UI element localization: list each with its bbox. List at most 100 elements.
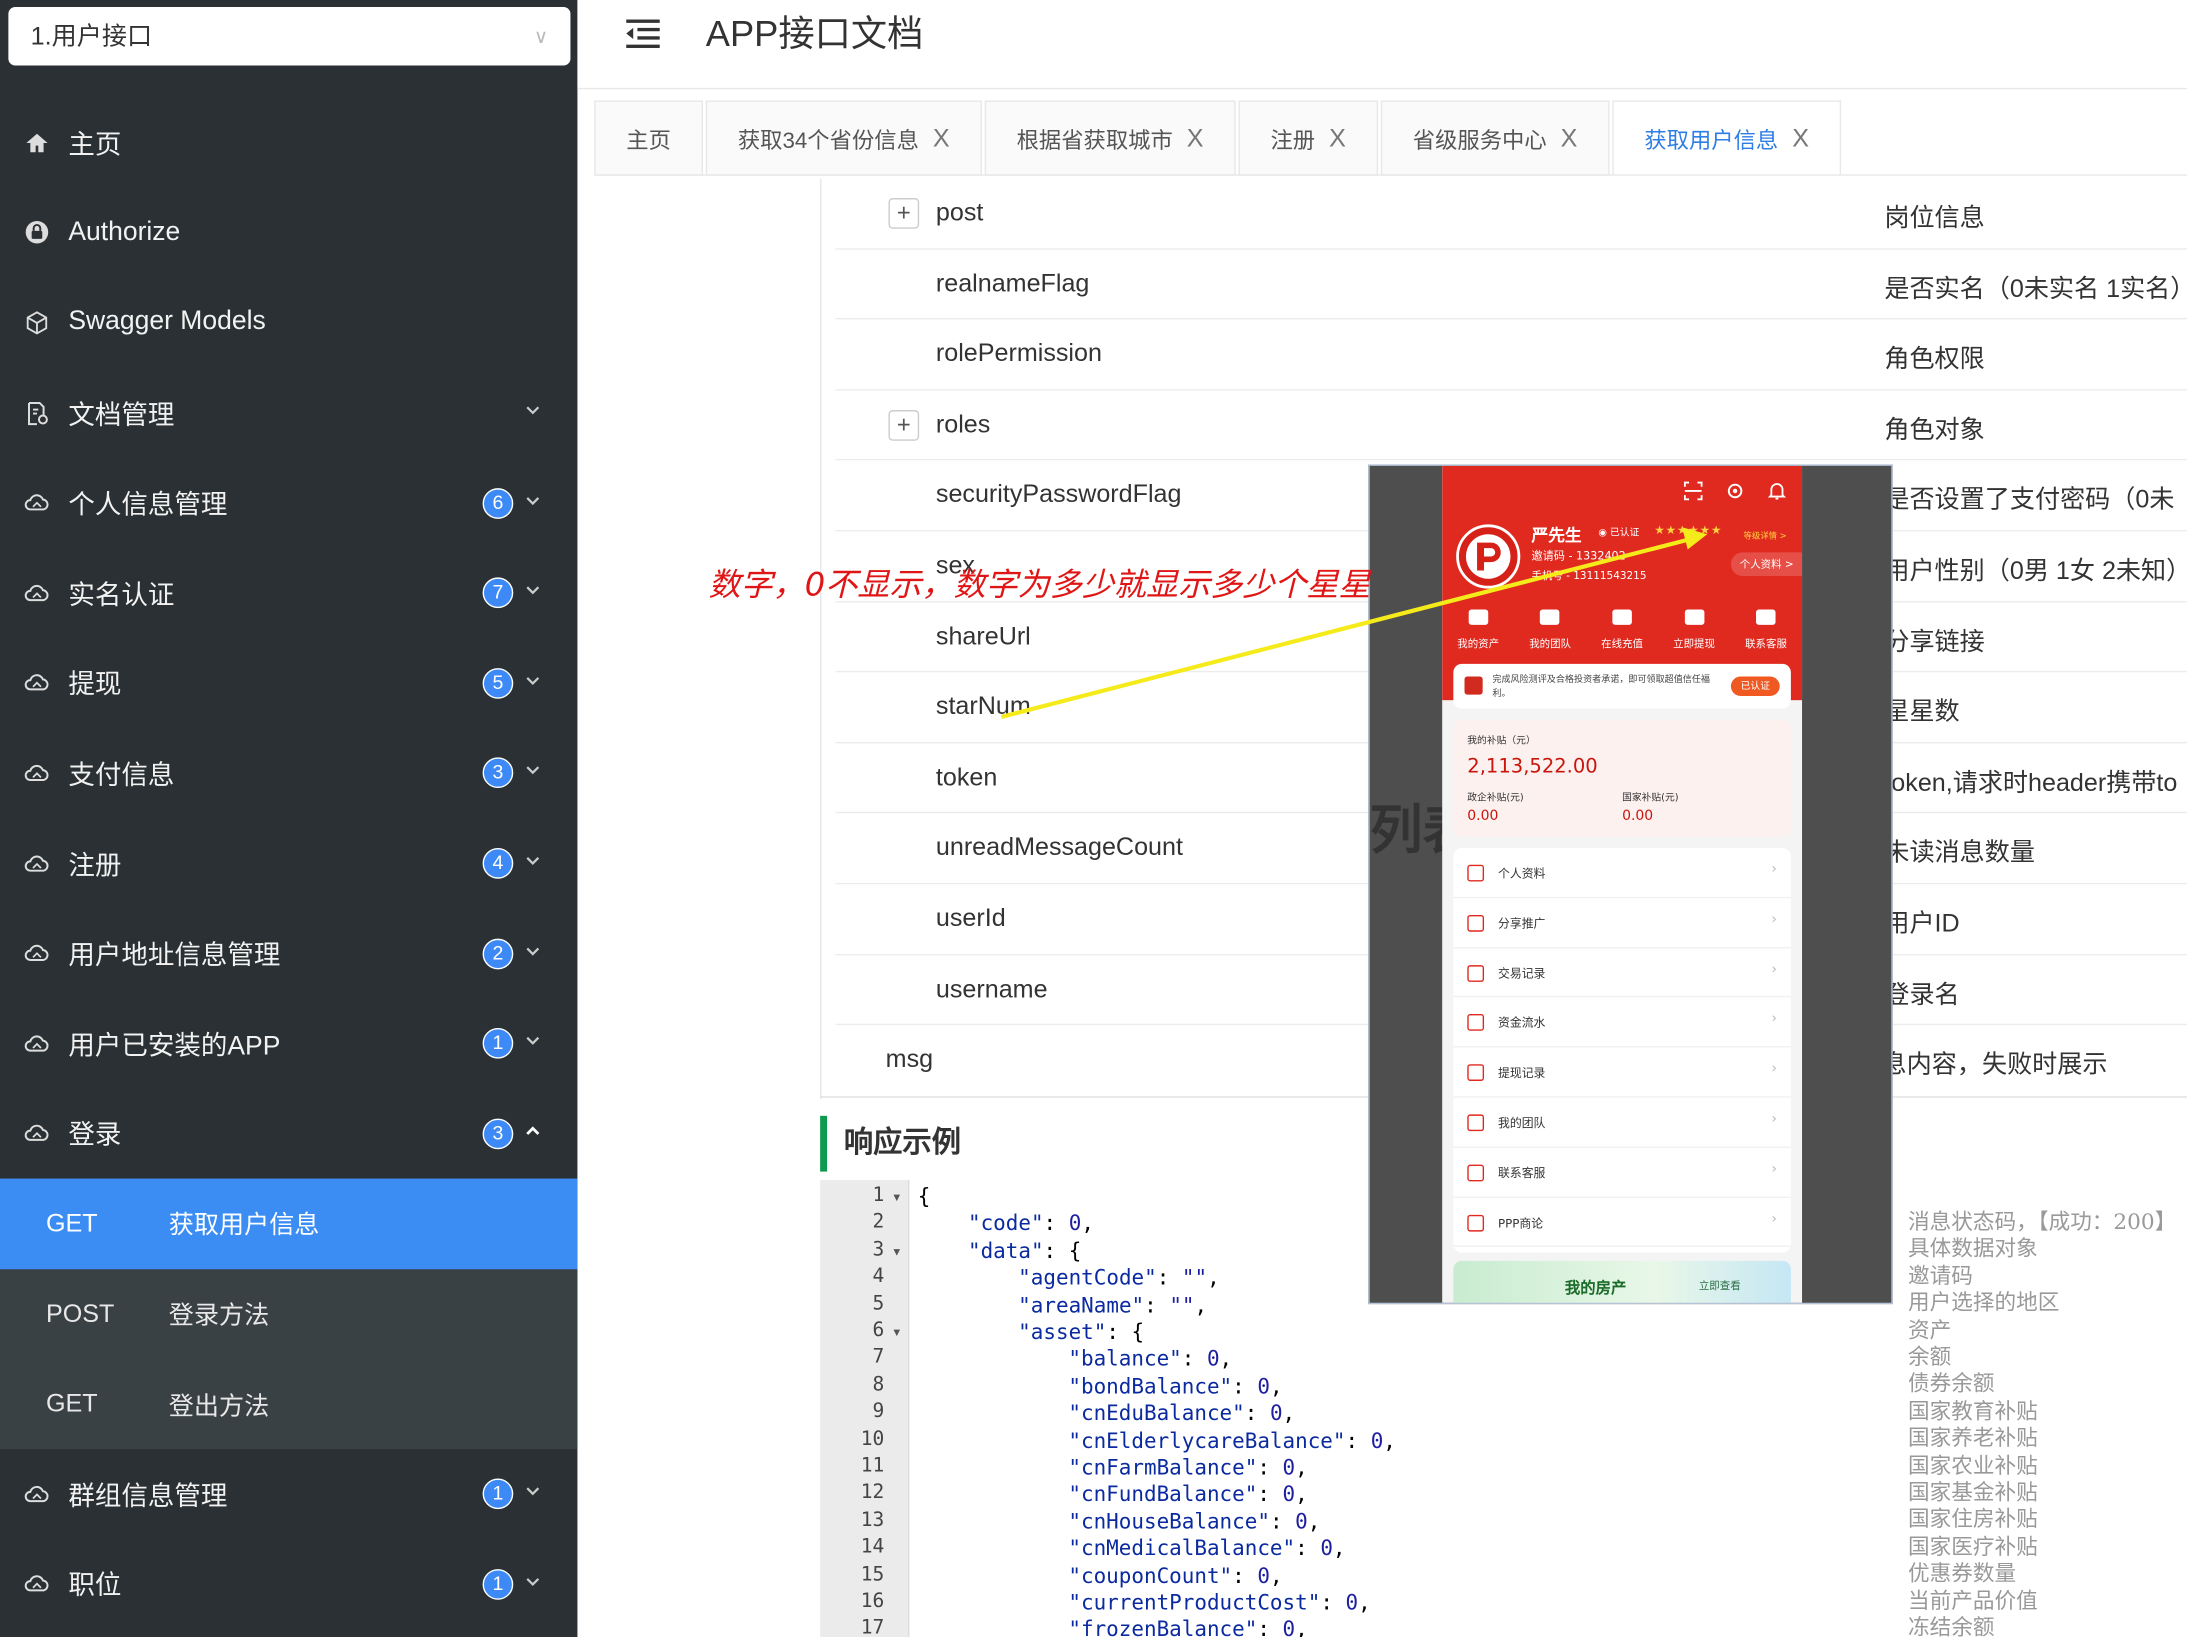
tab-0[interactable]: 主页 — [594, 100, 703, 176]
json-key: "bondBalance" — [1068, 1373, 1233, 1399]
sidebar-item-after-0[interactable]: 群组信息管理 1 — [0, 1449, 577, 1539]
close-icon[interactable]: X — [933, 123, 950, 152]
level-detail-link[interactable]: 等级详情 > — [1743, 529, 1786, 541]
json-value: 0 — [1320, 1535, 1333, 1562]
sidebar-item-10[interactable]: 用户已安装的APP 1 — [0, 999, 577, 1089]
risk-assessment-banner[interactable]: 完成风险测评及合格投资者承诺，即可领取超值信任福利。 已认证 — [1453, 663, 1791, 709]
close-icon[interactable]: X — [1561, 123, 1578, 152]
sidebar-item-0[interactable]: 主页 — [0, 98, 577, 188]
endpoint-item-0[interactable]: GET 获取用户信息 — [0, 1178, 578, 1269]
sidebar-item-label: 职位 — [68, 1572, 122, 1602]
sidebar-item-label: 提现 — [68, 671, 122, 701]
endpoint-label: 登录方法 — [168, 1301, 270, 1330]
api-group-select-value: 1.用户接口 — [30, 22, 153, 51]
sidebar-item-6[interactable]: 提现 5 — [0, 638, 577, 728]
chevron-right-icon: › — [1771, 961, 1777, 978]
tab-5[interactable]: 获取用户信息 X — [1612, 100, 1842, 176]
close-icon[interactable]: X — [1329, 123, 1346, 152]
cloud-icon — [22, 669, 50, 697]
chevron-down-icon — [524, 402, 541, 424]
profile-menu-item[interactable]: 我的团队 › — [1453, 1098, 1791, 1148]
profile-menu-item[interactable]: 个人资料 › — [1453, 848, 1791, 898]
profile-menu-item[interactable]: PPP商论 › — [1453, 1198, 1791, 1248]
sidebar-item-7[interactable]: 支付信息 3 — [0, 728, 577, 818]
param-description: 是否设置了支付密码（0未 — [1884, 485, 2175, 514]
profile-menu-item[interactable]: 交易记录 › — [1453, 948, 1791, 998]
recharge-icon — [1586, 605, 1658, 630]
json-value: 0 — [1295, 1508, 1308, 1534]
quick-action-4[interactable]: 联系客服 — [1730, 605, 1802, 651]
chevron-right-icon: › — [1771, 1161, 1777, 1177]
scan-icon[interactable] — [1682, 480, 1704, 502]
quick-action-1[interactable]: 我的团队 — [1514, 605, 1586, 651]
sidebar-item-1[interactable]: Authorize — [0, 188, 577, 278]
close-icon[interactable]: X — [1187, 123, 1204, 152]
line-number: 15 — [860, 1562, 885, 1586]
count-badge: 7 — [482, 577, 514, 609]
endpoint-item-2[interactable]: GET 登出方法 — [0, 1359, 577, 1449]
profile-menu-item[interactable]: 分享推广 › — [1453, 898, 1791, 948]
profile-menu-item[interactable]: 联系客服 › — [1453, 1148, 1791, 1198]
api-group-select[interactable]: 1.用户接口 ∨ — [8, 6, 571, 66]
expand-icon[interactable]: + — [888, 409, 920, 441]
property-view-button[interactable]: 立即查看 — [1699, 1278, 1741, 1293]
quick-action-0[interactable]: 我的资产 — [1442, 605, 1514, 651]
chevron-down-icon — [524, 1032, 541, 1054]
sidebar-item-9[interactable]: 用户地址信息管理 2 — [0, 908, 577, 998]
tab-1[interactable]: 获取34个省份信息 X — [705, 100, 982, 176]
json-value: 0 — [1206, 1346, 1220, 1372]
line-number: 13 — [860, 1508, 885, 1532]
json-value: 0 — [1282, 1481, 1296, 1507]
profile-button[interactable]: 个人资料 > — [1731, 552, 1803, 577]
profile-menu-item[interactable]: 资金流水 › — [1453, 998, 1791, 1048]
fold-toggle-icon[interactable]: ▼ — [891, 1326, 902, 1339]
star-rating: ★★★★★★ — [1654, 524, 1723, 539]
param-description: 角色权限 — [1884, 344, 1985, 373]
chevron-up-icon — [524, 1123, 541, 1145]
sidebar-item-5[interactable]: 实名认证 7 — [0, 548, 577, 638]
tab-label: 获取34个省份信息 — [737, 129, 919, 154]
http-method: GET — [46, 1389, 98, 1418]
json-key: "cnHouseBalance" — [1068, 1508, 1270, 1534]
verified-badge: ◉ 已认证 — [1598, 527, 1640, 539]
fold-toggle-icon[interactable]: ▼ — [891, 1245, 902, 1258]
sidebar-item-3[interactable]: 文档管理 — [0, 368, 577, 458]
my-property-banner[interactable]: 我的房产 立即查看 — [1453, 1260, 1791, 1303]
chevron-right-icon: › — [1771, 911, 1777, 928]
param-name: post — [935, 198, 984, 226]
sidebar-item-label: 支付信息 — [68, 761, 175, 791]
fold-toggle-icon[interactable]: ▼ — [891, 1191, 902, 1204]
sidebar-item-4[interactable]: 个人信息管理 6 — [0, 458, 577, 548]
menu-item-label: PPP商论 — [1497, 1217, 1544, 1232]
param-description: 用户ID — [1884, 909, 1960, 938]
subsidy-amount: 2,113,522.00 — [1467, 755, 1598, 779]
quick-action-3[interactable]: 立即提现 — [1658, 605, 1730, 651]
sidebar-item-after-1[interactable]: 职位 1 — [0, 1539, 577, 1629]
quick-action-2[interactable]: 在线充值 — [1586, 605, 1658, 651]
expand-icon[interactable]: + — [888, 198, 920, 229]
menu-toggle-icon[interactable] — [622, 14, 664, 53]
close-icon[interactable]: X — [1792, 123, 1809, 152]
doc-tabs: 主页 获取34个省份信息 X 根据省获取城市 X 注册 X 省级服务中心 X 获取用户信息 X — [594, 100, 1844, 176]
endpoint-item-1[interactable]: POST 登录方法 — [0, 1269, 577, 1359]
tab-4[interactable]: 省级服务中心 X — [1380, 100, 1610, 176]
json-value: 0 — [1068, 1211, 1082, 1237]
json-key: "currentProductCost" — [1068, 1590, 1321, 1616]
chevron-right-icon: › — [1771, 1011, 1777, 1028]
sidebar-item-8[interactable]: 注册 4 — [0, 818, 577, 908]
tab-3[interactable]: 注册 X — [1238, 100, 1378, 176]
count-badge: 2 — [482, 938, 514, 969]
response-example-title: 响应示例 — [820, 1115, 961, 1172]
sidebar-item-2[interactable]: Swagger Models — [0, 278, 577, 368]
gear-icon[interactable] — [1724, 480, 1746, 502]
field-note: 冻结余额 — [1908, 1615, 1995, 1637]
risk-status-button[interactable]: 已认证 — [1730, 676, 1780, 696]
profile-menu-item[interactable]: 提现记录 › — [1453, 1048, 1791, 1098]
sidebar-item-11[interactable]: 登录 3 — [0, 1089, 577, 1179]
code-line: "cnHouseBalance": 0, — [1068, 1508, 1321, 1534]
bell-icon[interactable] — [1766, 480, 1788, 502]
line-number: 1 — [872, 1184, 885, 1207]
json-key: "frozenBalance" — [1068, 1617, 1258, 1637]
tab-2[interactable]: 根据省获取城市 X — [984, 100, 1236, 176]
chevron-down-icon — [524, 1483, 541, 1505]
